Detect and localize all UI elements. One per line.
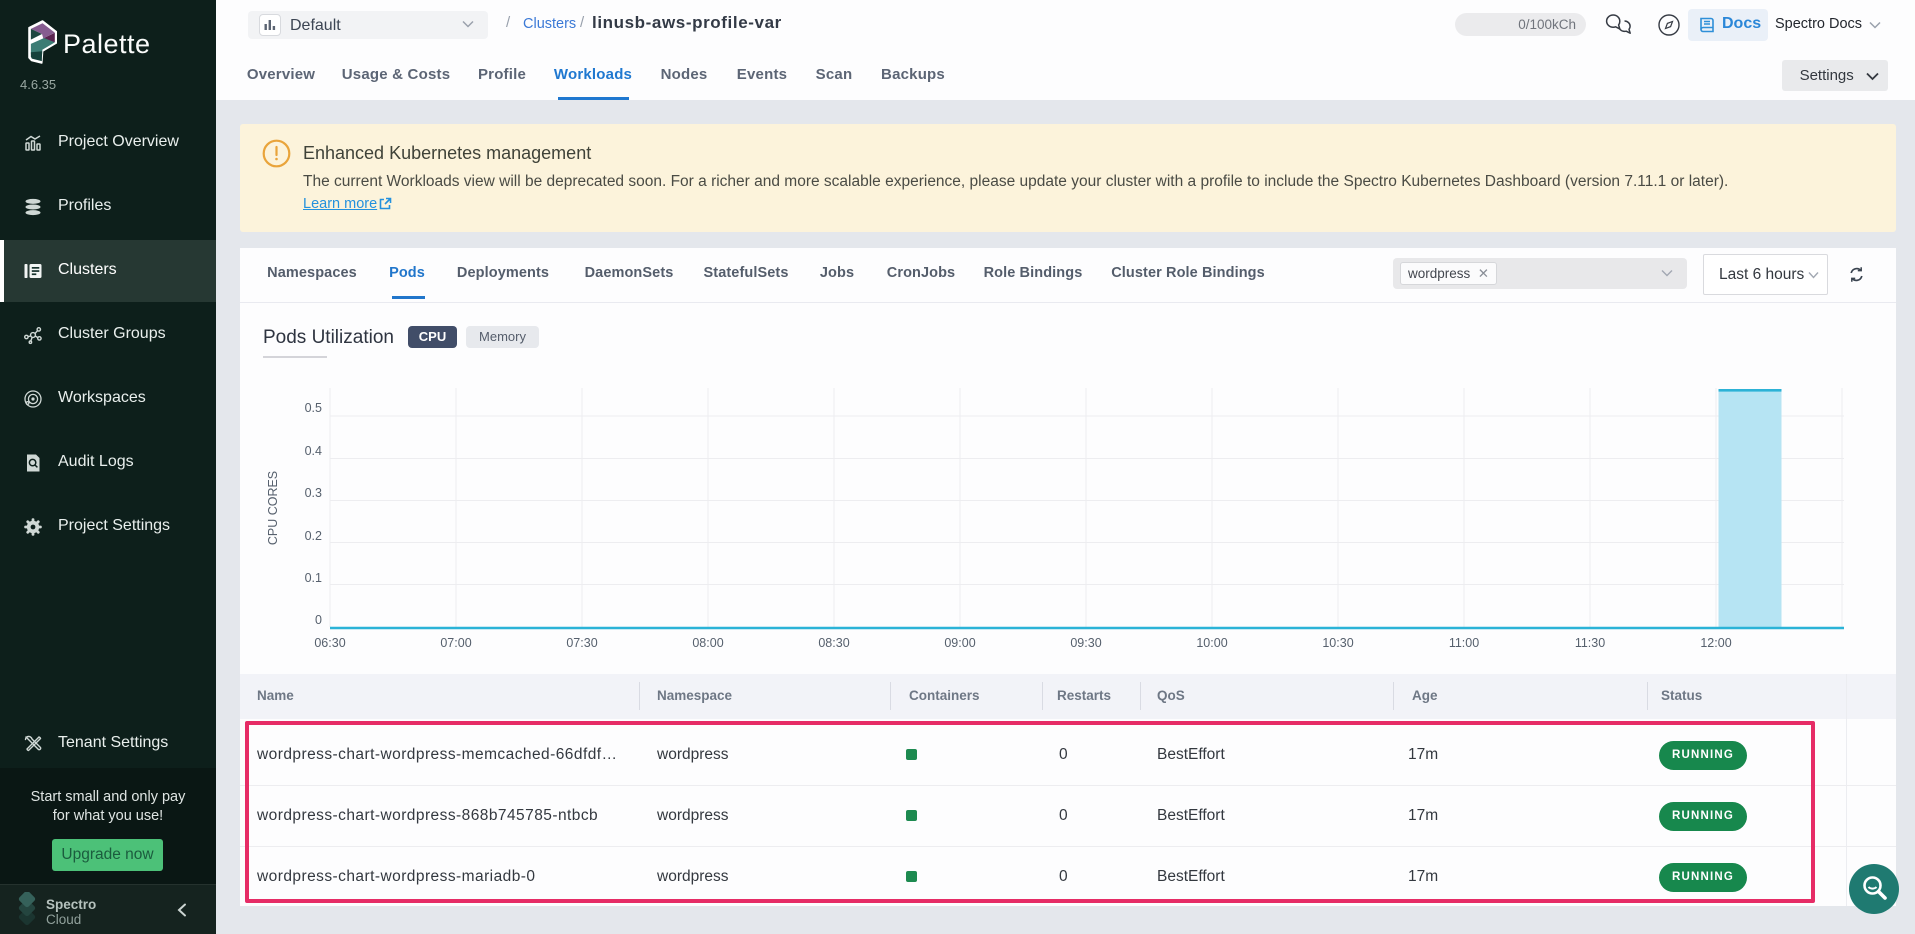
svg-text:CPU CORES: CPU CORES xyxy=(266,471,280,545)
svg-text:0.3: 0.3 xyxy=(305,486,322,500)
svg-text:0.1: 0.1 xyxy=(305,571,322,585)
svg-text:10:00: 10:00 xyxy=(1196,636,1227,650)
svg-text:07:00: 07:00 xyxy=(440,636,471,650)
svg-text:0.2: 0.2 xyxy=(305,529,322,543)
svg-text:12:00: 12:00 xyxy=(1700,636,1731,650)
svg-text:10:30: 10:30 xyxy=(1322,636,1353,650)
svg-text:06:30: 06:30 xyxy=(314,636,345,650)
svg-text:07:30: 07:30 xyxy=(566,636,597,650)
svg-text:0.5: 0.5 xyxy=(305,401,322,415)
svg-text:11:00: 11:00 xyxy=(1449,636,1479,650)
svg-text:11:30: 11:30 xyxy=(1575,636,1605,650)
svg-text:09:00: 09:00 xyxy=(944,636,975,650)
svg-text:08:00: 08:00 xyxy=(692,636,723,650)
svg-text:08:30: 08:30 xyxy=(818,636,849,650)
svg-text:09:30: 09:30 xyxy=(1070,636,1101,650)
svg-text:0.4: 0.4 xyxy=(305,444,322,458)
svg-text:0: 0 xyxy=(315,613,322,627)
